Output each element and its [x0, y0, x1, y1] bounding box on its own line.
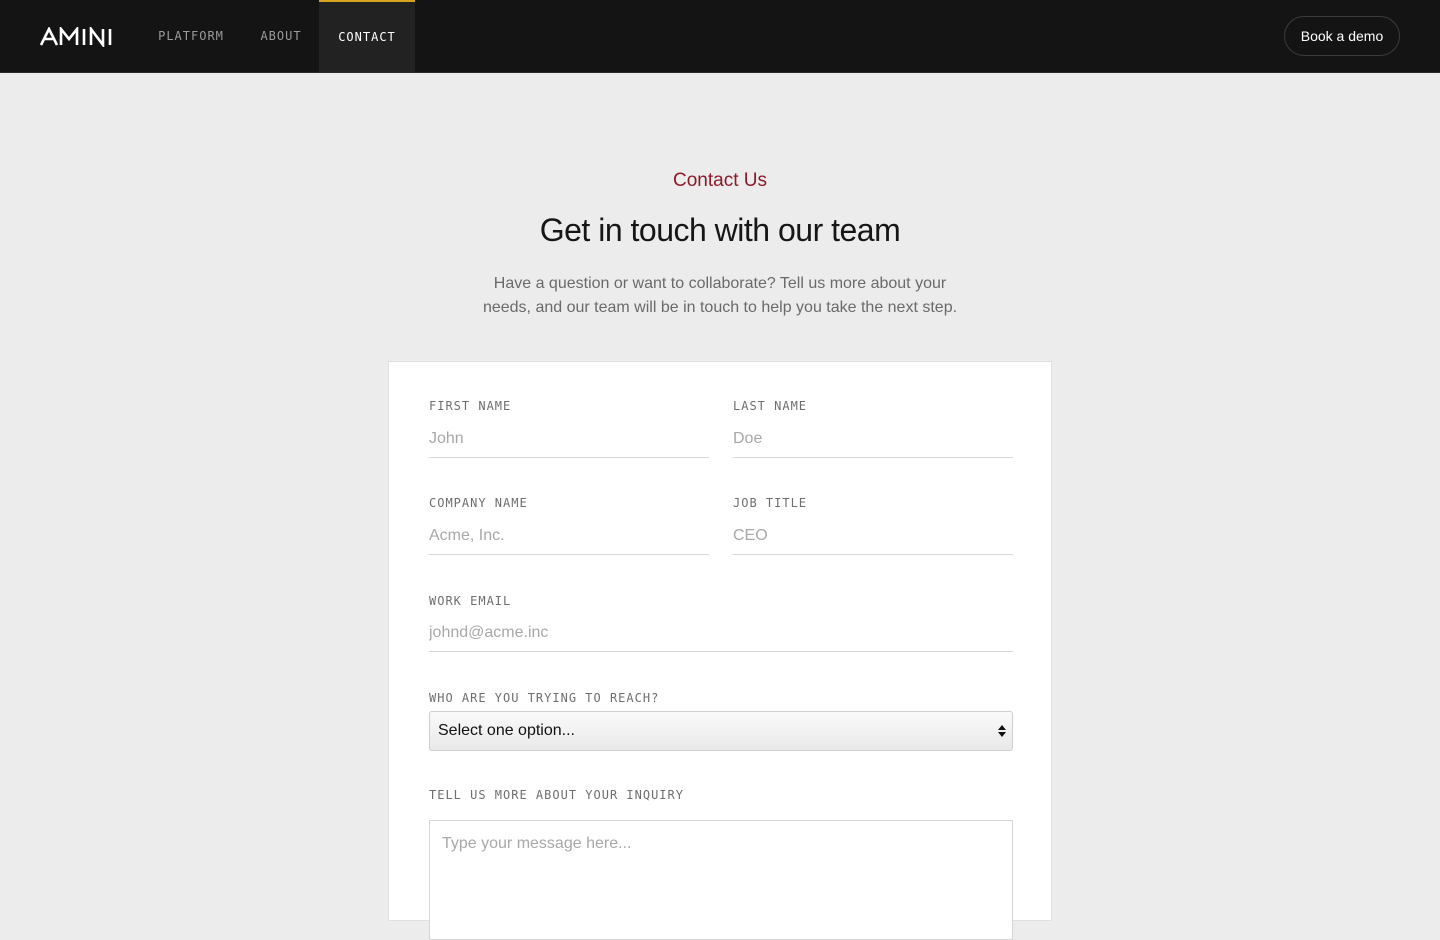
work-email-label: WORK EMAIL [429, 594, 512, 608]
select-arrows-icon [998, 725, 1006, 737]
job-title-label: JOB TITLE [733, 496, 808, 510]
nav-platform[interactable]: PLATFORM [150, 0, 232, 72]
nav-about[interactable]: ABOUT [252, 0, 310, 72]
company-name-input[interactable] [429, 517, 709, 555]
reach-label: WHO ARE YOU TRYING TO REACH? [429, 691, 660, 705]
page-description: Have a question or want to collaborate? … [482, 275, 958, 316]
inquiry-textarea[interactable] [429, 820, 1013, 940]
reach-select-value: Select one option... [438, 722, 575, 739]
nav-contact[interactable]: CONTACT [319, 0, 415, 72]
amini-logo[interactable] [40, 27, 118, 47]
inquiry-label: TELL US MORE ABOUT YOUR INQUIRY [429, 788, 684, 802]
book-demo-button[interactable]: Book a demo [1284, 16, 1400, 56]
work-email-input[interactable] [429, 614, 1013, 652]
company-name-label: COMPANY NAME [429, 496, 528, 510]
amini-wordmark-icon [40, 27, 112, 47]
section-eyebrow: Contact Us [673, 170, 767, 191]
last-name-input[interactable] [733, 420, 1013, 458]
first-name-label: FIRST NAME [429, 399, 512, 413]
last-name-label: LAST NAME [733, 399, 808, 413]
top-nav-bar: PLATFORM ABOUT CONTACT Book a demo [0, 0, 1440, 73]
page-title: Get in touch with our team [539, 212, 901, 248]
reach-select[interactable]: Select one option... [429, 711, 1013, 751]
job-title-input[interactable] [733, 517, 1013, 555]
contact-form: FIRST NAME LAST NAME COMPANY NAME JOB TI… [388, 361, 1052, 940]
first-name-input[interactable] [429, 420, 709, 458]
